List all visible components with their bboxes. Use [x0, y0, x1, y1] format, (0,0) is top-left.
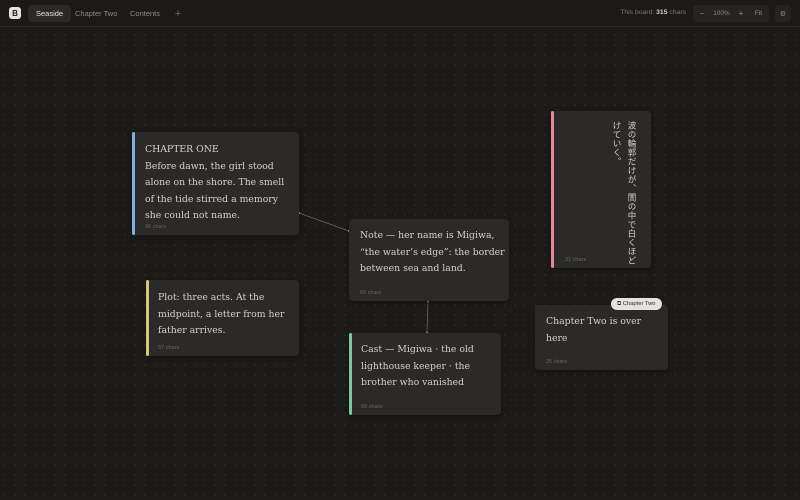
card-body-line-1: 波の輪郭だけが、闇の中で白くほど: [626, 121, 636, 265]
card-body: Note — her name is Migiwa, “the water’s …: [360, 230, 505, 275]
card-chapter-two-link[interactable]: Chapter Two is over here 25 chars: [535, 305, 668, 370]
card-body: Chapter Two is over here: [546, 316, 642, 344]
card-plot[interactable]: Plot: three acts. At the midpoint, a let…: [146, 280, 299, 356]
card-char-count: 65 chars: [360, 290, 382, 296]
card-accent-bar: [349, 333, 352, 415]
card-accent-bar: [146, 280, 149, 356]
card-chapter-one[interactable]: CHAPTER ONE Before dawn, the girl stood …: [132, 132, 299, 235]
card-body: Before dawn, the girl stood alone on the…: [145, 160, 285, 222]
card-note[interactable]: Note — her name is Migiwa, “the water’s …: [349, 219, 509, 301]
card-content: CHAPTER ONE Before dawn, the girl stood …: [145, 142, 293, 225]
card-char-count: 25 chars: [546, 359, 568, 365]
card-char-count: 57 chars: [158, 345, 180, 351]
card-char-count: 66 chars: [361, 404, 383, 410]
connector-note-cast: [426, 300, 429, 334]
card-title: CHAPTER ONE: [145, 144, 219, 155]
card-char-count: 21 chars: [565, 257, 587, 263]
linked-board-badge[interactable]: ⧉ Chapter Two: [611, 298, 662, 310]
card-accent-bar: [551, 111, 554, 268]
card-body-line-2: けていく。: [611, 121, 621, 166]
card-char-count: 96 chars: [145, 224, 167, 230]
card-body: Cast — Migiwa · the old lighthouse keepe…: [361, 344, 474, 389]
card-body: Plot: three acts. At the midpoint, a let…: [158, 292, 285, 337]
card-accent-bar: [132, 132, 135, 235]
card-cast[interactable]: Cast — Migiwa · the old lighthouse keepe…: [349, 333, 501, 415]
card-vertical-text[interactable]: 波の輪郭だけが、闇の中で白くほど けていく。 21 chars: [551, 111, 651, 268]
connector-chapter-one-note: [298, 212, 350, 232]
